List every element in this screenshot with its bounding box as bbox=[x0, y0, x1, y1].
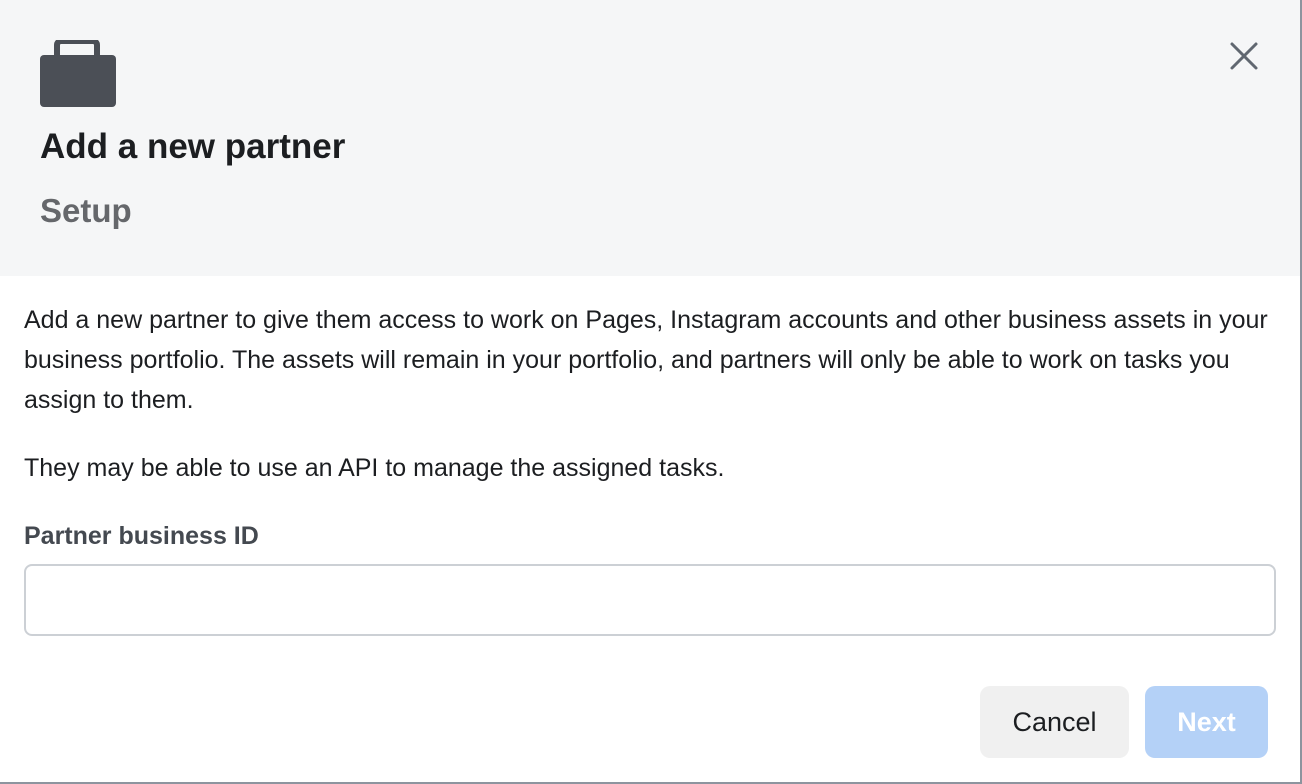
close-button[interactable] bbox=[1224, 36, 1264, 76]
next-button[interactable]: Next bbox=[1145, 686, 1268, 758]
close-icon bbox=[1230, 42, 1258, 70]
partner-business-id-label: Partner business ID bbox=[24, 522, 259, 550]
add-partner-dialog: Add a new partner Setup Add a new partne… bbox=[0, 0, 1302, 784]
dialog-step-label: Setup bbox=[40, 192, 132, 229]
dialog-header: Add a new partner Setup bbox=[0, 0, 1300, 276]
cancel-button[interactable]: Cancel bbox=[980, 686, 1129, 758]
briefcase-icon bbox=[40, 40, 116, 107]
partner-business-id-input[interactable] bbox=[24, 564, 1276, 636]
api-note: They may be able to use an API to manage… bbox=[24, 454, 725, 482]
dialog-title: Add a new partner bbox=[40, 127, 346, 166]
dialog-description: Add a new partner to give them access to… bbox=[24, 306, 1268, 414]
